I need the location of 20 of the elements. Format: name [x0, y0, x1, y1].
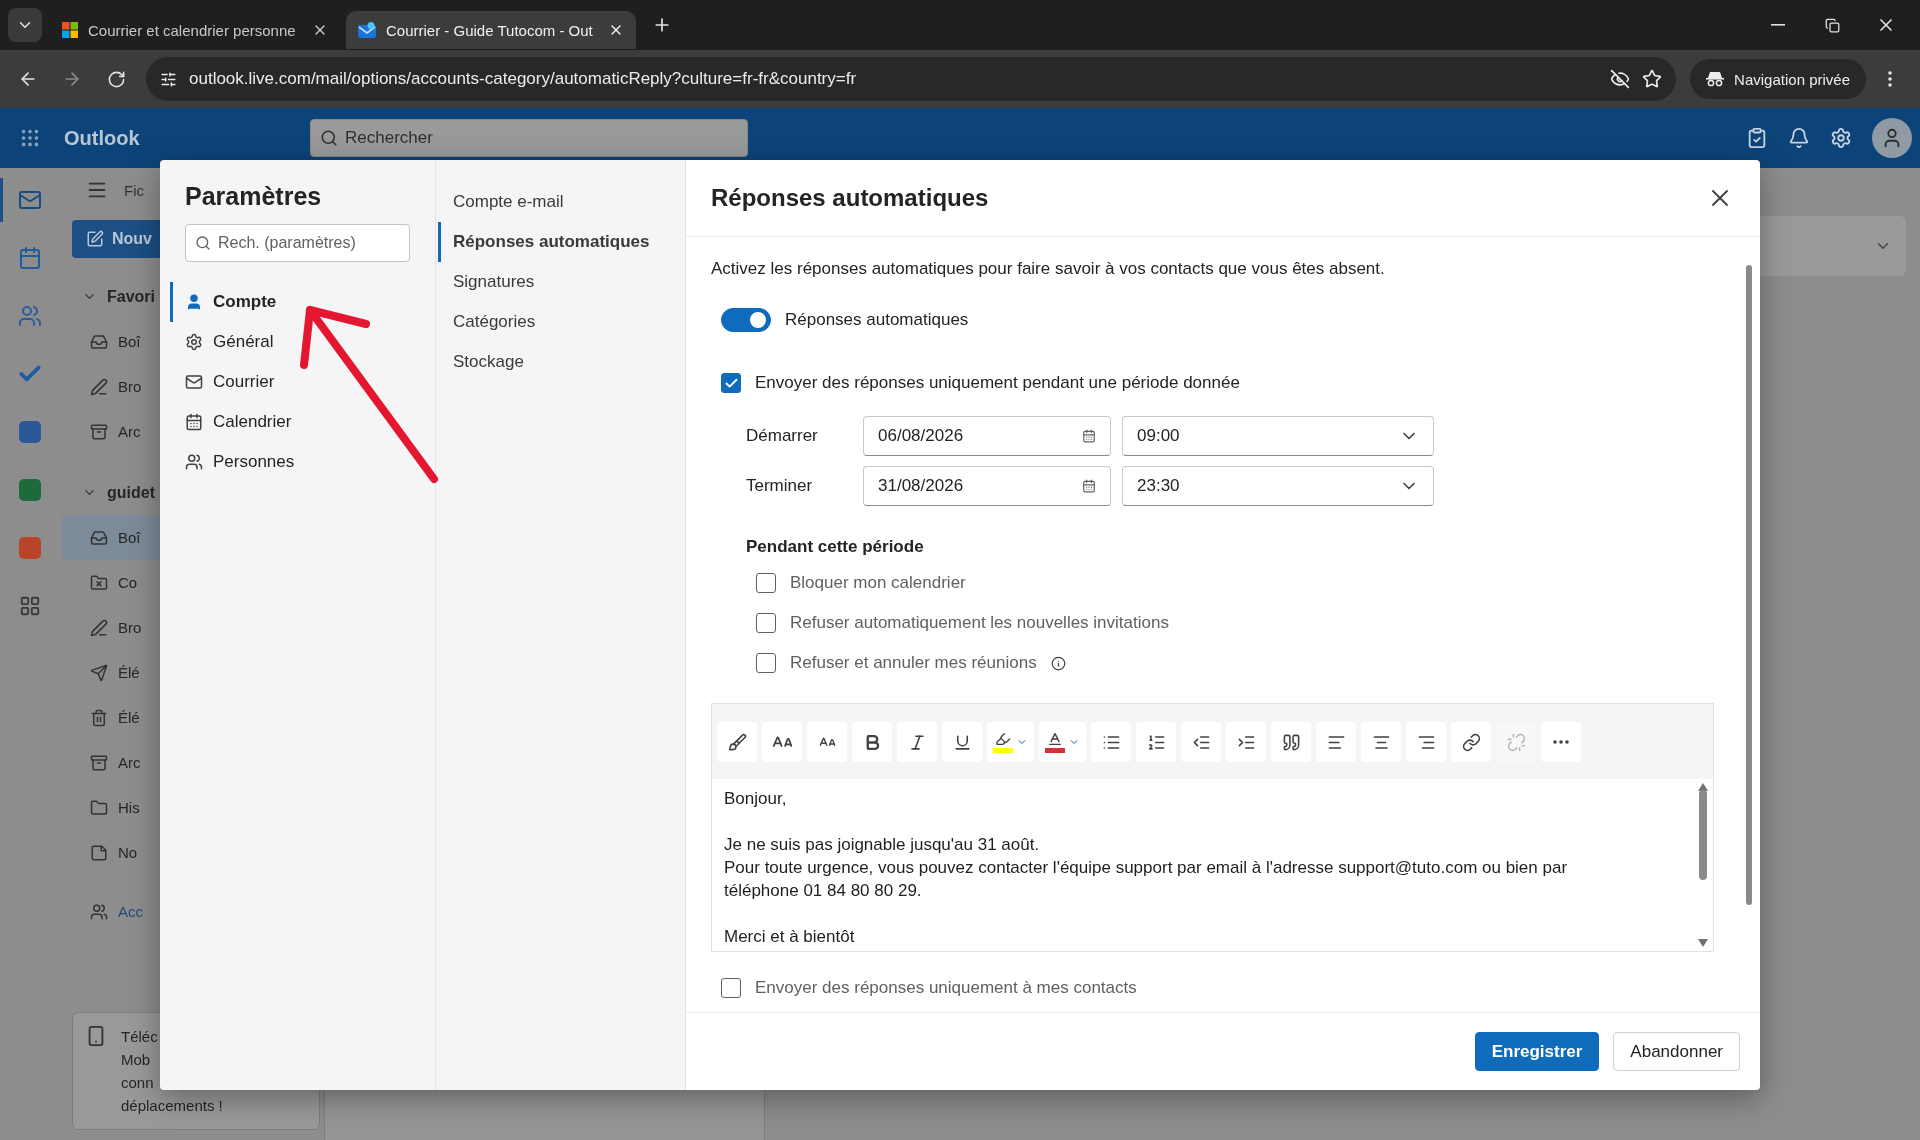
- checkbox-label: Refuser et annuler mes réunions: [790, 653, 1037, 673]
- message-paragraph: Bonjour,: [724, 788, 788, 810]
- checkbox-label: Refuser automatiquement les nouvelles invitations: [790, 613, 1169, 633]
- panel-title: Réponses automatiques: [711, 184, 990, 212]
- checkbox-label: Envoyer des réponses uniquement pendant une période donnée: [755, 373, 1240, 393]
- checkbox-label: Envoyer des réponses uniquement à mes contacts: [755, 978, 1137, 998]
- promo-text: Mob: [121, 1050, 152, 1070]
- promo-text: déplacements !: [121, 1096, 223, 1116]
- dialog-title: Paramètres: [185, 182, 323, 210]
- promo-text: conn: [121, 1073, 155, 1093]
- promo-text: Téléc: [121, 1027, 159, 1047]
- section-heading: Pendant cette période: [746, 537, 924, 557]
- message-paragraph: Je ne suis pas joignable jusqu'au 31 août. Pour toute urgence, vous pouvez contacter l'équipe support par email à l'adresse support@tuto.com ou bien par téléphone 01 84 80 80 29.: [724, 834, 1569, 902]
- message-paragraph: Merci et à bientôt: [724, 926, 856, 948]
- app-name: Outlook: [64, 126, 141, 150]
- description-text: Activez les réponses automatiques pour faire savoir à vos contacts que vous êtes absent.: [711, 258, 1386, 280]
- checkbox-label: Bloquer mon calendrier: [790, 573, 966, 593]
- field-label: Démarrer: [746, 426, 819, 446]
- toggle-label: Réponses automatiques: [785, 310, 969, 330]
- field-label: Terminer: [746, 476, 814, 496]
